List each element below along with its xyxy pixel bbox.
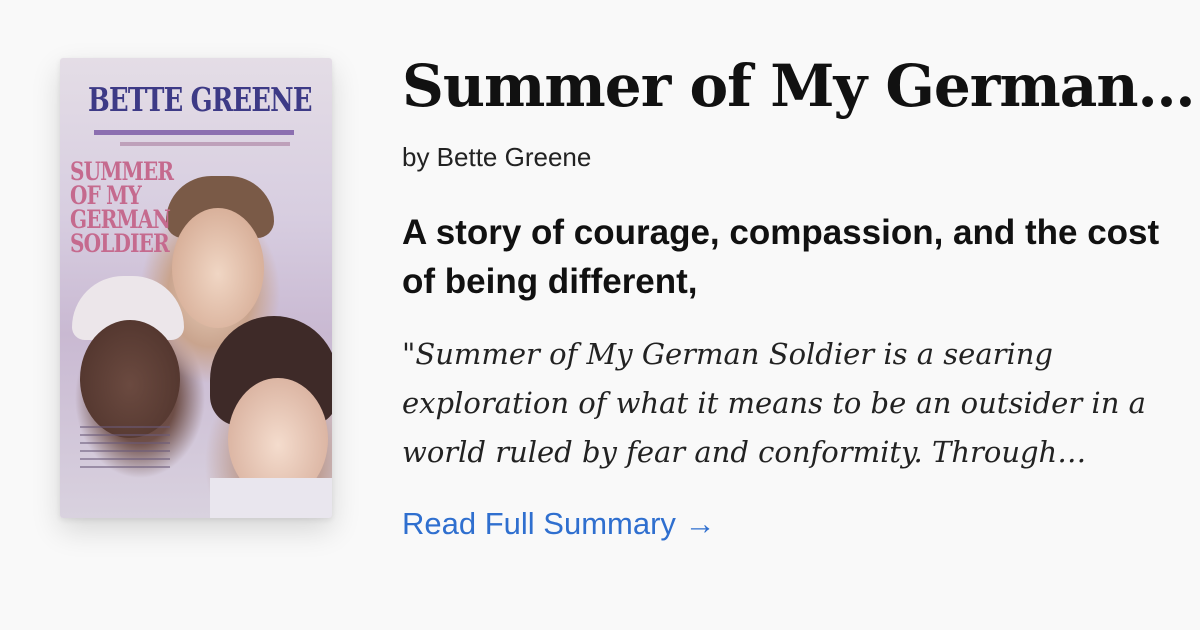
summary-excerpt: "Summer of My German Soldier is a searin…	[402, 337, 1146, 469]
book-title: Summer of My German…	[402, 52, 1195, 120]
cover-title-text: Summer of My German Soldier	[70, 157, 174, 258]
cover-art-shirt	[210, 478, 332, 518]
cover-art-woman-face	[80, 320, 180, 438]
book-headline: A story of courage, compassion, and the …	[402, 213, 1160, 301]
cover-divider	[94, 130, 294, 135]
cover-blurb-text	[80, 426, 170, 474]
book-author-byline: by Bette Greene	[402, 142, 592, 172]
cover-tagline	[120, 142, 290, 146]
read-full-summary-link[interactable]: Read Full Summary →	[402, 506, 716, 542]
cover-author-text: BETTE GREENE	[88, 80, 313, 119]
book-cover-image: BETTE GREENE Summer of My German Soldier	[60, 58, 332, 518]
